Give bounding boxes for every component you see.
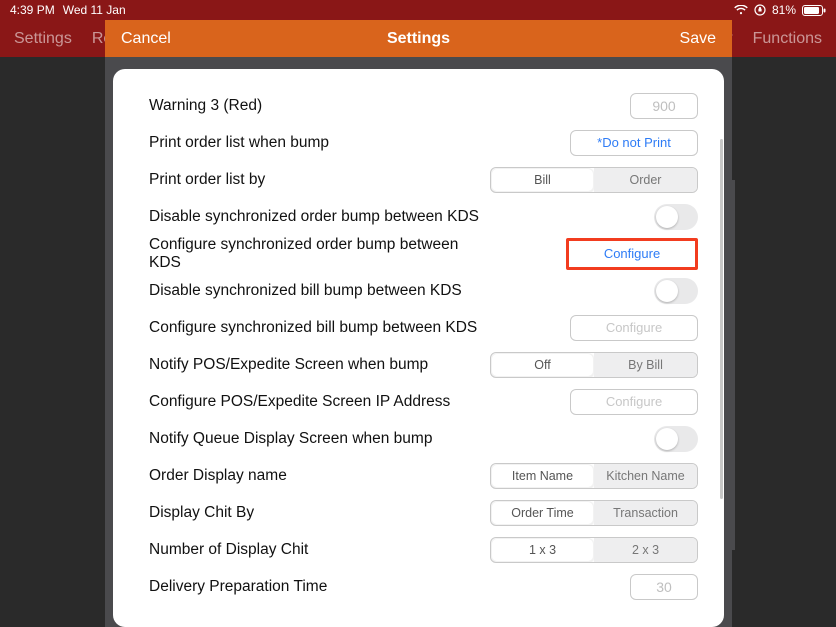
order-display-name-segment[interactable]: Item Name Kitchen Name <box>490 463 698 489</box>
settings-modal: Cancel Settings Save Warning 3 (Red) Pri… <box>105 20 732 627</box>
status-bar: 4:39 PM Wed 11 Jan 81% <box>0 0 836 20</box>
row-label-delivery-prep: Delivery Preparation Time <box>149 578 327 596</box>
seg-option[interactable]: Order <box>594 168 697 192</box>
status-time: 4:39 PM <box>10 3 55 17</box>
wifi-icon <box>734 5 748 15</box>
battery-icon <box>802 5 826 16</box>
battery-percent: 81% <box>772 3 796 17</box>
nav-item[interactable]: Functions <box>753 30 822 48</box>
row-label-print-by: Print order list by <box>149 171 265 189</box>
configure-sync-order-button[interactable]: Configure <box>566 238 698 270</box>
display-chit-by-segment[interactable]: Order Time Transaction <box>490 500 698 526</box>
seg-option[interactable]: 2 x 3 <box>594 538 697 562</box>
modal-right-edge <box>732 180 735 550</box>
settings-sheet: Warning 3 (Red) Print order list when bu… <box>113 69 724 627</box>
notify-queue-toggle[interactable] <box>654 426 698 452</box>
row-label-config-sync-order: Configure synchronized order bump betwee… <box>149 236 488 272</box>
row-label-notify-queue: Notify Queue Display Screen when bump <box>149 430 432 448</box>
notify-pos-segment[interactable]: Off By Bill <box>490 352 698 378</box>
row-label-num-display-chit: Number of Display Chit <box>149 541 308 559</box>
print-bump-button[interactable]: *Do not Print <box>570 130 698 156</box>
configure-pos-ip-button[interactable]: Configure <box>570 389 698 415</box>
orientation-lock-icon <box>754 4 766 16</box>
row-label-display-chit-by: Display Chit By <box>149 504 254 522</box>
seg-option[interactable]: Bill <box>491 168 594 192</box>
modal-title: Settings <box>105 30 732 48</box>
seg-option[interactable]: Order Time <box>491 501 594 525</box>
seg-option[interactable]: Item Name <box>491 464 594 488</box>
seg-option[interactable]: 1 x 3 <box>491 538 594 562</box>
print-by-segment[interactable]: Bill Order <box>490 167 698 193</box>
warning3-input[interactable] <box>630 93 698 119</box>
row-label-notify-pos: Notify POS/Expedite Screen when bump <box>149 356 428 374</box>
nav-item[interactable]: Settings <box>14 30 72 48</box>
row-label-disable-sync-bill: Disable synchronized bill bump between K… <box>149 282 462 300</box>
cancel-button[interactable]: Cancel <box>121 30 171 48</box>
row-label-config-pos-ip: Configure POS/Expedite Screen IP Address <box>149 393 450 411</box>
status-date: Wed 11 Jan <box>63 3 126 17</box>
configure-sync-bill-button[interactable]: Configure <box>570 315 698 341</box>
disable-sync-order-toggle[interactable] <box>654 204 698 230</box>
seg-option[interactable]: Off <box>491 353 594 377</box>
row-label-order-display-name: Order Display name <box>149 467 287 485</box>
row-label-warning3: Warning 3 (Red) <box>149 97 262 115</box>
delivery-prep-input[interactable] <box>630 574 698 600</box>
modal-header: Cancel Settings Save <box>105 20 732 57</box>
seg-option[interactable]: Transaction <box>594 501 697 525</box>
disable-sync-bill-toggle[interactable] <box>654 278 698 304</box>
seg-option[interactable]: By Bill <box>594 353 697 377</box>
row-label-config-sync-bill: Configure synchronized bill bump between… <box>149 319 477 337</box>
scroll-indicator <box>720 139 723 499</box>
seg-option[interactable]: Kitchen Name <box>594 464 697 488</box>
save-button[interactable]: Save <box>680 30 716 48</box>
num-display-chit-segment[interactable]: 1 x 3 2 x 3 <box>490 537 698 563</box>
row-label-print-bump: Print order list when bump <box>149 134 329 152</box>
row-label-disable-sync-order: Disable synchronized order bump between … <box>149 208 479 226</box>
